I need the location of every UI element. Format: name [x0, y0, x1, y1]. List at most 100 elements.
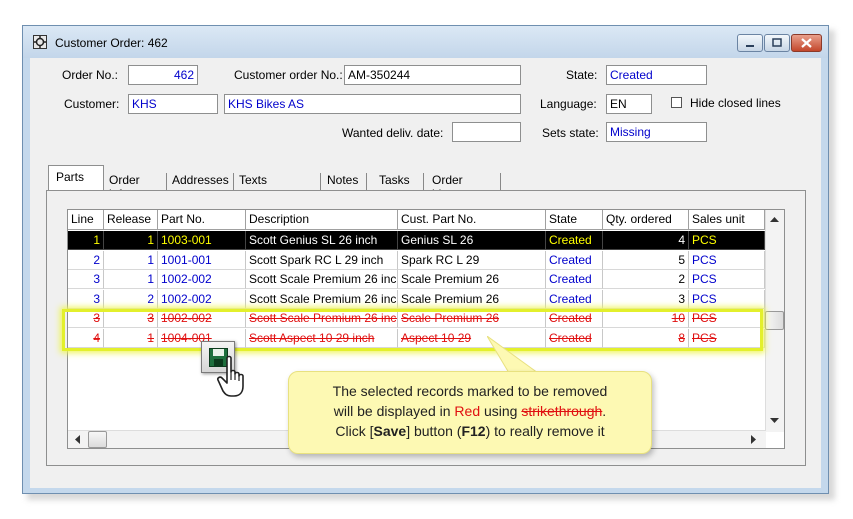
scroll-left-icon[interactable]: [74, 435, 80, 444]
callout-text-fragment: using: [480, 403, 522, 419]
cell-qty[interactable]: 3: [603, 289, 689, 309]
table-row[interactable]: 2 1 1001-001 Scott Spark RC L 29 inch Spark …: [68, 250, 765, 270]
cell-unit[interactable]: PCS: [689, 250, 765, 270]
sets-state-field[interactable]: Missing: [606, 122, 707, 142]
cell-desc[interactable]: Scott Scale Premium 26 inch: [246, 270, 398, 289]
tab-separator: [500, 173, 501, 190]
language-label: Language:: [540, 97, 597, 111]
cell-line[interactable]: 1: [68, 231, 104, 250]
column-header-part-no[interactable]: Part No.: [158, 210, 246, 230]
table-row[interactable]: 3 1 1002-002 Scott Scale Premium 26 inch Sca…: [68, 270, 765, 289]
callout-line-2: will be displayed in Red using strikethr…: [288, 401, 652, 421]
callout-red-word: Red: [454, 403, 481, 419]
column-header-state[interactable]: State: [546, 210, 603, 230]
removed-rows-highlight: [62, 309, 763, 351]
cell-state[interactable]: Created: [546, 250, 603, 270]
scroll-down-icon[interactable]: [770, 418, 779, 424]
maximize-button[interactable]: [764, 34, 790, 52]
cell-release[interactable]: 1: [104, 231, 158, 250]
callout-key-word: F12: [461, 423, 486, 439]
minimize-button[interactable]: [737, 34, 763, 52]
cell-part[interactable]: 1001-001: [158, 250, 246, 270]
callout-pointer: [487, 336, 539, 374]
cell-release[interactable]: 2: [104, 289, 158, 309]
order-no-label: Order No.:: [62, 68, 119, 82]
maximize-icon: [772, 38, 782, 47]
column-header-qty-ordered[interactable]: Qty. ordered: [603, 210, 689, 230]
callout-text-fragment: will be displayed in: [333, 403, 455, 419]
cell-desc[interactable]: Scott Scale Premium 26 inch: [246, 289, 398, 309]
customer-code-field[interactable]: KHS: [128, 94, 218, 114]
tab-separator: [320, 173, 321, 190]
cell-state[interactable]: Created: [546, 270, 603, 289]
cell-unit[interactable]: PCS: [689, 289, 765, 309]
column-header-line[interactable]: Line: [68, 210, 104, 230]
vertical-scroll-thumb[interactable]: [765, 311, 784, 330]
cell-part[interactable]: 1003-001: [158, 231, 246, 250]
column-header-release[interactable]: Release: [104, 210, 158, 230]
hide-closed-lines-label: Hide closed lines: [690, 96, 781, 110]
column-header-sales-unit[interactable]: Sales unit: [689, 210, 765, 230]
callout-line-3: Click [Save] button (F12) to really remo…: [288, 421, 652, 441]
cell-cust[interactable]: Scale Premium 26: [398, 289, 546, 309]
customer-order-no-field[interactable]: AM-350244: [344, 65, 521, 85]
state-label: State:: [566, 68, 598, 82]
cell-unit[interactable]: PCS: [689, 270, 765, 289]
cell-cust[interactable]: Spark RC L 29: [398, 250, 546, 270]
cell-release[interactable]: 1: [104, 250, 158, 270]
table-row[interactable]: 1 1 1003-001 Scott Genius SL 26 inch Genius …: [68, 231, 765, 250]
cell-part[interactable]: 1002-002: [158, 270, 246, 289]
app-icon: [33, 35, 47, 49]
state-field[interactable]: Created: [606, 65, 707, 85]
hide-closed-lines-checkbox[interactable]: [671, 97, 682, 108]
customer-label: Customer:: [64, 97, 120, 111]
cell-state[interactable]: Created: [546, 289, 603, 309]
close-button[interactable]: [791, 34, 822, 52]
cell-desc[interactable]: Scott Spark RC L 29 inch: [246, 250, 398, 270]
window-title: Customer Order: 462: [55, 36, 168, 50]
callout-strike-word: strikethrough: [521, 403, 603, 419]
column-header-cust-part-no[interactable]: Cust. Part No.: [398, 210, 546, 230]
customer-order-no-label: Customer order No.:: [234, 68, 343, 82]
callout-text-fragment: ] button (: [406, 423, 462, 439]
cell-release[interactable]: 1: [104, 270, 158, 289]
cell-desc[interactable]: Scott Genius SL 26 inch: [246, 231, 398, 250]
cell-cust[interactable]: Scale Premium 26: [398, 270, 546, 289]
minimize-icon: [746, 45, 754, 47]
scroll-right-icon[interactable]: [751, 435, 757, 444]
close-icon: [801, 38, 812, 48]
column-header-description[interactable]: Description: [246, 210, 398, 230]
callout-text-fragment: Click [: [335, 423, 374, 439]
cell-cust[interactable]: Genius SL 26: [398, 231, 546, 250]
cell-qty[interactable]: 5: [603, 250, 689, 270]
callout-text-fragment: ) to really remove it: [485, 423, 605, 439]
hand-pointer-icon: [217, 355, 244, 397]
vertical-scrollbar[interactable]: [765, 210, 784, 432]
wanted-deliv-date-field[interactable]: [452, 122, 521, 142]
cell-line[interactable]: 3: [68, 289, 104, 309]
cell-qty[interactable]: 4: [603, 231, 689, 250]
language-field[interactable]: EN: [606, 94, 652, 114]
customer-name-field[interactable]: KHS Bikes AS: [224, 94, 521, 114]
tab-separator: [166, 173, 167, 190]
callout-line-1: The selected records marked to be remove…: [332, 383, 608, 399]
scroll-up-icon[interactable]: [770, 216, 779, 222]
cell-unit[interactable]: PCS: [689, 231, 765, 250]
tab-separator: [233, 173, 234, 190]
horizontal-scroll-thumb[interactable]: [88, 431, 107, 448]
callout-save-word: Save: [373, 423, 407, 439]
cell-line[interactable]: 2: [68, 250, 104, 270]
tab-separator: [366, 173, 367, 190]
cell-qty[interactable]: 2: [603, 270, 689, 289]
cell-part[interactable]: 1002-002: [158, 289, 246, 309]
cell-line[interactable]: 3: [68, 270, 104, 289]
callout-text-fragment: .: [602, 403, 607, 419]
tab-parts[interactable]: Parts: [56, 166, 84, 190]
callout-text: The selected records marked to be remove…: [288, 381, 652, 441]
table-row[interactable]: 3 2 1002-002 Scott Scale Premium 26 inch Sca…: [68, 289, 765, 309]
sets-state-label: Sets state:: [542, 126, 599, 140]
title-bar[interactable]: Customer Order: 462: [23, 26, 828, 58]
order-no-field[interactable]: 462: [128, 65, 198, 85]
wanted-deliv-date-label: Wanted deliv. date:: [342, 126, 444, 140]
cell-state[interactable]: Created: [546, 231, 603, 250]
